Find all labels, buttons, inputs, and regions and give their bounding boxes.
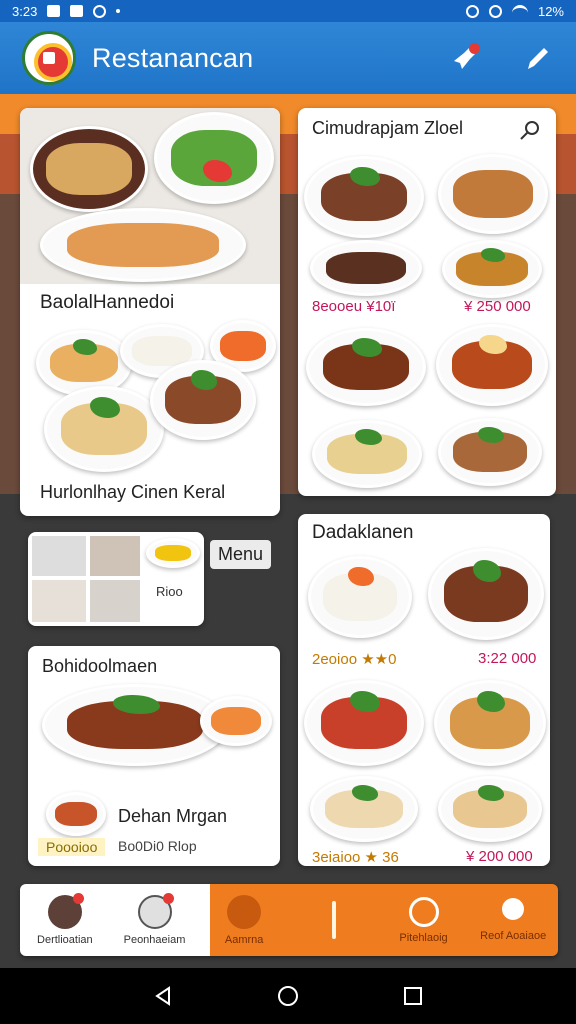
- notification-icon: [47, 5, 61, 17]
- face-icon: [137, 892, 174, 929]
- dish-price-bottom: ¥ 200 000: [466, 848, 533, 865]
- dish-rating: 2eoioo ★★0: [312, 651, 397, 668]
- status-time: 3:23: [12, 3, 38, 19]
- user-icon: [502, 898, 525, 920]
- salad-image: [154, 112, 274, 204]
- avatar: [90, 536, 140, 576]
- dish-card-top-left[interactable]: BaolalHannedoi Hurlonlhay Cinen Keral: [20, 108, 280, 516]
- dot-icon: [116, 9, 121, 13]
- home-icon[interactable]: [276, 984, 300, 1008]
- curry-image: [436, 324, 548, 406]
- avatar: [90, 580, 140, 622]
- avatar: [32, 580, 86, 622]
- sync-icon: [93, 4, 107, 18]
- dish-price: ¥ 250 000: [464, 298, 531, 315]
- search-icon[interactable]: [518, 118, 542, 142]
- nav-item-divider[interactable]: [289, 884, 379, 956]
- recents-icon[interactable]: [401, 984, 425, 1008]
- dish-tag: Poooioo: [38, 838, 106, 856]
- skewers-image: [310, 240, 422, 296]
- small-dish-image: [146, 538, 200, 568]
- nav-item-account[interactable]: Aamrna: [199, 884, 289, 956]
- status-bar: 3:23 12%: [0, 0, 576, 22]
- nav-badge: [72, 892, 84, 904]
- soup-cup-image: [46, 792, 106, 836]
- app-title: Restanancan: [92, 42, 254, 73]
- wifi-icon: [511, 5, 528, 17]
- dish-caption: Bo0Di0 Rlop: [118, 838, 197, 854]
- nav-label: Pitehlaoig: [399, 931, 448, 944]
- nav-label: Reof Aoaiaoe: [480, 930, 547, 942]
- content-area: BaolalHannedoi Hurlonlhay Cinen Keral Ri…: [0, 94, 576, 968]
- avatar-icon: [47, 892, 84, 929]
- bottom-nav: Dertlioatian Peonhaeiam Aamrna Pitehlaoi…: [20, 884, 558, 956]
- notification-button[interactable]: [448, 41, 482, 75]
- dish-title: Cimudrapjam Zloel: [312, 118, 464, 138]
- image-icon: [70, 5, 84, 17]
- nav-item-search[interactable]: Pitehlaoig: [379, 884, 469, 956]
- battery-text: 12%: [537, 3, 564, 19]
- nav-item-profile-1[interactable]: Dertlioatian: [20, 884, 110, 956]
- fish-plate-image: [40, 208, 246, 282]
- nav-label: Aamrna: [224, 933, 264, 946]
- noodle-dish-image: [312, 420, 422, 488]
- app-bar: Restanancan: [0, 22, 576, 94]
- grilled-meat-image: [304, 156, 424, 238]
- pencil-icon: [528, 48, 548, 69]
- veg-stirfry-image: [304, 680, 424, 766]
- dumpling-image: [44, 386, 164, 472]
- avatar: [32, 536, 86, 576]
- nav-badge: [162, 892, 174, 904]
- app-logo[interactable]: [22, 31, 76, 85]
- dish-title: Bohidoolmaen: [42, 656, 158, 676]
- noodles-image: [438, 776, 542, 842]
- nav-label: Peonhaeiam: [123, 933, 186, 946]
- dish-card-top-right[interactable]: Cimudrapjam Zloel 8eooeu ¥10ï ¥ 250 000: [298, 108, 556, 496]
- dish-caption-top: BaolalHannedoi: [40, 292, 175, 313]
- location-icon: [488, 4, 502, 18]
- dish-price: 3:22 000: [478, 650, 537, 667]
- sauce-bowl-image: [200, 696, 272, 746]
- dish-card-bottom-right[interactable]: Dadaklanen 2eoioo ★★0 3:22 000 3eiaioo ★…: [298, 514, 550, 866]
- dish-photo: [20, 108, 280, 284]
- nav-item-user[interactable]: Reof Aoaiaoe: [468, 884, 558, 956]
- alarm-icon: [465, 4, 479, 18]
- system-nav-bar: [0, 968, 576, 1024]
- dish-note: 8eooeu ¥10ï: [312, 298, 396, 315]
- stew-image: [150, 360, 256, 440]
- back-icon[interactable]: [151, 984, 175, 1008]
- bowl-image: [30, 126, 148, 212]
- nav-label: Dertlioatian: [37, 933, 93, 946]
- magnifier-icon: [408, 896, 439, 927]
- edit-button[interactable]: [520, 41, 554, 75]
- dumplings-image: [310, 776, 418, 842]
- braised-meat-image: [306, 328, 426, 406]
- small-card-label: Rioo: [156, 584, 183, 599]
- steak-image: [428, 548, 544, 640]
- fried-dish-image: [442, 240, 542, 298]
- nav-item-profile-2[interactable]: Peonhaeiam: [110, 884, 200, 956]
- divider-icon: [331, 901, 336, 939]
- soup-image: [36, 330, 132, 396]
- dish-card-bottom-left[interactable]: Bohidoolmaen Dehan Mrgan Poooioo Bo0Di0 …: [28, 646, 280, 866]
- chef-card[interactable]: Rioo: [28, 532, 204, 626]
- meat-stirfry-image: [438, 418, 542, 486]
- dish-caption-bottom: Hurlonlhay Cinen Keral: [40, 482, 226, 502]
- dish-rating-bottom: 3eiaioo ★ 36: [312, 849, 399, 866]
- dish-title: Dadaklanen: [312, 522, 414, 543]
- rice-plate-image: [308, 556, 412, 638]
- person-icon: [227, 894, 262, 929]
- notification-badge: [469, 43, 480, 54]
- fried-chicken-image: [434, 680, 546, 766]
- menu-label[interactable]: Menu: [210, 540, 272, 569]
- roast-image: [438, 154, 548, 234]
- dish-subtitle: Dehan Mrgan: [118, 806, 228, 826]
